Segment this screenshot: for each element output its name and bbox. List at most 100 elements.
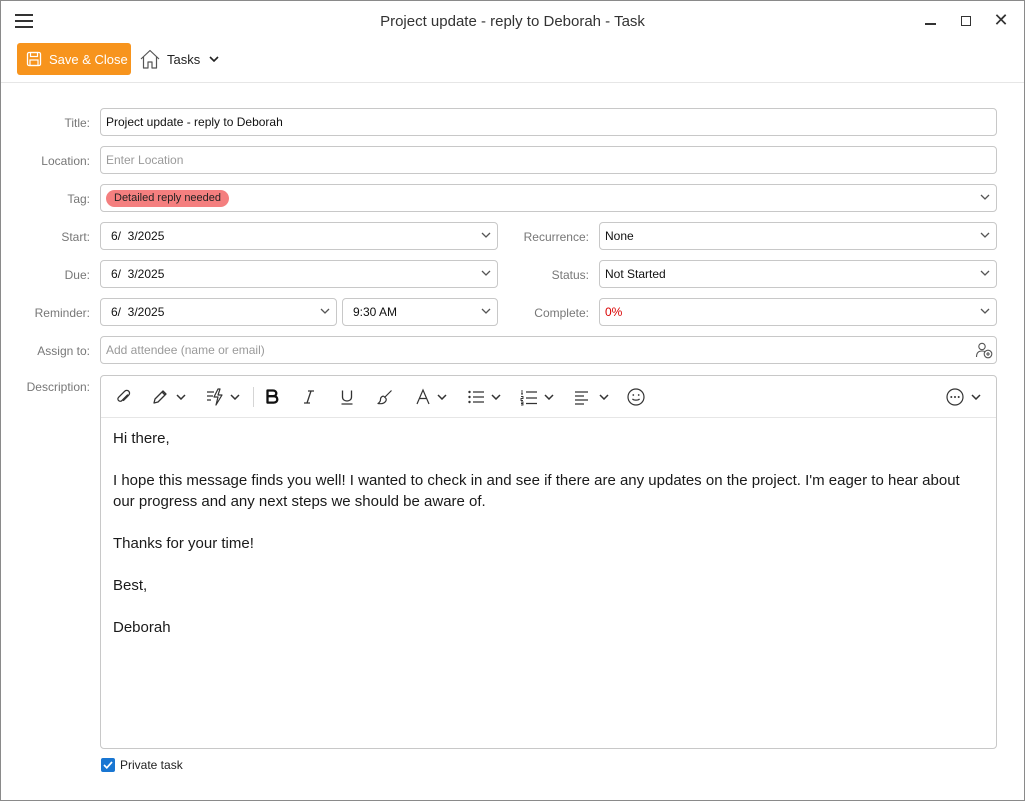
chevron-down-icon: [544, 394, 554, 400]
body-paragraph: Best,: [113, 577, 148, 594]
folder-label: Tasks: [167, 51, 201, 67]
complete-label: Complete:: [534, 306, 589, 320]
more-options-button[interactable]: [945, 387, 981, 407]
status-value: Not Started: [605, 267, 666, 281]
due-label: Due:: [64, 268, 90, 282]
smiley-icon: [627, 388, 645, 406]
chevron-down-icon: [980, 232, 990, 238]
attendee-input[interactable]: [106, 337, 996, 363]
bold-icon: [266, 389, 279, 404]
format-painter-button[interactable]: [376, 387, 394, 407]
description-editor[interactable]: Hi there, I hope this message finds you …: [100, 375, 997, 749]
reminder-date-value: 6/ 3/2025: [111, 305, 165, 319]
body-paragraph: Hi there,: [113, 430, 170, 447]
private-task-row: Private task: [101, 758, 183, 772]
reminder-date-picker[interactable]: 6/ 3/2025: [100, 298, 337, 326]
recurrence-dropdown[interactable]: None: [599, 222, 997, 250]
private-task-label: Private task: [120, 758, 183, 772]
editor-toolbar: [101, 376, 996, 418]
maximize-button[interactable]: [952, 9, 980, 33]
tag-pill: Detailed reply needed: [106, 189, 230, 207]
align-left-icon: [575, 391, 588, 405]
link-button[interactable]: [151, 387, 186, 407]
save-close-button[interactable]: Save & Close: [17, 43, 131, 75]
complete-dropdown[interactable]: 0%: [599, 298, 997, 326]
pen-link-icon: [153, 390, 167, 404]
title-field[interactable]: Project update - reply to Deborah: [100, 108, 997, 136]
body-paragraph: I hope this message finds you well! I wa…: [113, 472, 960, 510]
title-bar: Project update - reply to Deborah - Task…: [1, 1, 1024, 41]
chevron-down-icon: [481, 270, 491, 276]
paintbrush-icon: [377, 390, 392, 405]
bold-button[interactable]: [264, 387, 280, 407]
chevron-down-icon: [980, 194, 990, 200]
quick-parts-button[interactable]: [205, 387, 240, 407]
chevron-down-icon: [599, 394, 609, 400]
chevron-down-icon: [320, 308, 330, 314]
folder-selector[interactable]: Tasks: [139, 45, 219, 73]
attach-button[interactable]: [115, 387, 133, 407]
chevron-down-icon: [481, 232, 491, 238]
chevron-down-icon: [971, 394, 981, 400]
chevron-down-icon: [980, 308, 990, 314]
private-task-checkbox[interactable]: [101, 758, 115, 772]
minimize-icon: [925, 23, 936, 25]
start-date-picker[interactable]: 6/ 3/2025: [100, 222, 498, 250]
title-value: Project update - reply to Deborah: [106, 115, 283, 129]
numbered-list-button[interactable]: [520, 387, 554, 407]
body-paragraph: Deborah: [113, 619, 171, 636]
checkmark-icon: [103, 761, 113, 769]
location-label: Location:: [41, 154, 90, 168]
status-label: Status:: [551, 268, 589, 282]
start-label: Start:: [61, 230, 90, 244]
location-input[interactable]: [106, 147, 996, 173]
location-field[interactable]: [100, 146, 997, 174]
numbered-list-icon: [520, 390, 537, 406]
reminder-time-picker[interactable]: 9:30 AM: [342, 298, 498, 326]
chevron-down-icon: [980, 270, 990, 276]
title-label: Title:: [64, 116, 90, 130]
complete-value: 0%: [605, 305, 623, 319]
tag-label: Tag:: [67, 192, 90, 206]
toolbar-divider: [253, 387, 254, 407]
lightning-icon: [207, 388, 223, 406]
tag-dropdown[interactable]: Detailed reply needed: [100, 184, 997, 212]
chevron-down-icon: [176, 394, 186, 400]
editor-body[interactable]: Hi there, I hope this message finds you …: [113, 428, 982, 659]
reminder-time-value: 9:30 AM: [353, 305, 398, 319]
underline-button[interactable]: [339, 387, 355, 407]
paperclip-icon: [117, 389, 131, 402]
task-window: Project update - reply to Deborah - Task…: [0, 0, 1025, 801]
close-icon: ✕: [993, 10, 1009, 30]
emoji-button[interactable]: [626, 387, 646, 407]
underline-icon: [341, 390, 353, 405]
bullet-list-icon: [468, 390, 484, 404]
italic-icon: [304, 390, 314, 404]
assign-label: Assign to:: [37, 344, 90, 358]
more-icon: [946, 388, 964, 406]
align-button[interactable]: [573, 387, 609, 407]
add-person-icon[interactable]: [975, 341, 993, 359]
font-icon: [416, 388, 430, 405]
due-date-value: 6/ 3/2025: [111, 267, 165, 281]
chevron-down-icon: [230, 394, 240, 400]
minimize-button[interactable]: [917, 9, 945, 33]
status-dropdown[interactable]: Not Started: [599, 260, 997, 288]
due-date-picker[interactable]: 6/ 3/2025: [100, 260, 498, 288]
chevron-down-icon: [481, 308, 491, 314]
font-button[interactable]: [415, 387, 447, 407]
bullet-list-button[interactable]: [467, 387, 501, 407]
window-title: Project update - reply to Deborah - Task: [380, 13, 645, 30]
home-icon: [140, 49, 160, 69]
recurrence-label: Recurrence:: [523, 230, 589, 244]
italic-button[interactable]: [301, 387, 317, 407]
chevron-down-icon: [437, 394, 447, 400]
description-label: Description:: [26, 380, 90, 394]
reminder-label: Reminder:: [34, 306, 90, 320]
close-button[interactable]: ✕: [987, 9, 1015, 33]
chevron-down-icon: [491, 394, 501, 400]
start-date-value: 6/ 3/2025: [111, 229, 165, 243]
assign-field[interactable]: [100, 336, 997, 364]
maximize-icon: [961, 16, 971, 26]
recurrence-value: None: [605, 229, 634, 243]
